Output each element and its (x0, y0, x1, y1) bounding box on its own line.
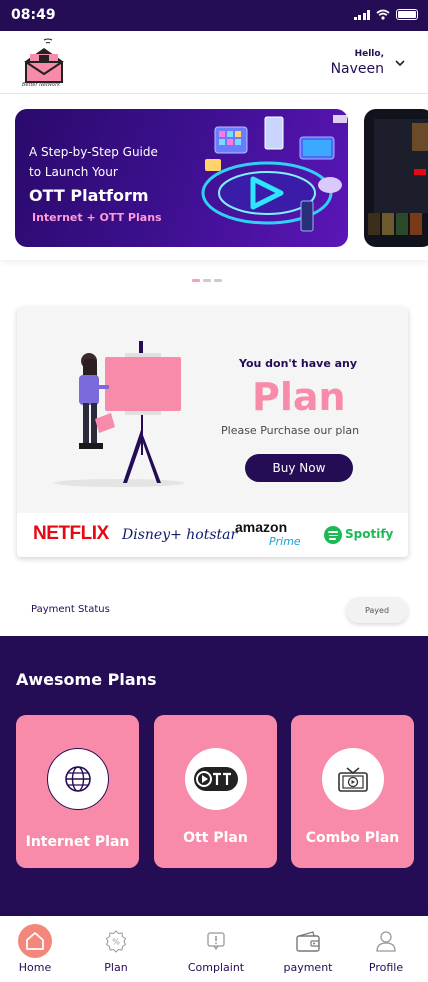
svg-text:%: % (112, 938, 120, 947)
woman-with-board-illustration (54, 341, 184, 487)
combo-plan-tile[interactable]: Combo Plan (291, 715, 414, 868)
tile-label: Internet Plan (25, 834, 130, 850)
chevron-down-icon[interactable] (394, 57, 406, 69)
globe-icon (47, 748, 109, 810)
banner-title: OTT Platform (29, 186, 149, 205)
status-time: 08:49 (11, 7, 56, 23)
logo-caption: Better Network (22, 82, 61, 88)
user-name[interactable]: Naveen (331, 61, 384, 77)
ott-icon (185, 748, 247, 810)
no-plan-title: Plan (252, 375, 346, 419)
nav-label: Plan (104, 961, 128, 974)
internet-plan-tile[interactable]: Internet Plan (16, 715, 139, 868)
prime-logo: Prime (269, 535, 301, 548)
tile-label: Combo Plan (305, 830, 400, 846)
home-icon (18, 924, 52, 958)
nav-payment[interactable]: payment (273, 916, 343, 982)
payment-status-badge: Payed (346, 597, 408, 623)
signal-icon (353, 9, 370, 20)
nav-plan[interactable]: % Plan (81, 916, 151, 982)
nav-label: Complaint (187, 961, 245, 974)
percent-badge-icon: % (99, 924, 133, 958)
complaint-icon (199, 924, 233, 958)
tv-play-icon (322, 748, 384, 810)
spotify-icon (324, 526, 342, 544)
carousel-dot[interactable] (203, 279, 211, 282)
status-bar: 08:49 (0, 0, 428, 31)
nav-label: Profile (368, 961, 404, 974)
bottom-navigation: Home % Plan Complaint payment Profile (0, 916, 428, 982)
netflix-logo: NETFLIX (33, 523, 109, 544)
no-plan-card: You don't have any Plan Please Purchase … (17, 307, 408, 557)
carousel-dot[interactable] (192, 279, 200, 282)
banner-next-slide[interactable] (364, 109, 428, 247)
section-title: Awesome Plans (16, 670, 157, 689)
nav-complaint[interactable]: Complaint (181, 916, 251, 982)
banner-line2: to Launch Your (29, 165, 118, 179)
wallet-icon (291, 924, 325, 958)
amazon-logo: amazon (235, 519, 288, 535)
disney-hotstar-logo: Disney+ hotstar (122, 527, 238, 543)
carousel-indicator (192, 279, 222, 282)
nav-home[interactable]: Home (0, 916, 70, 982)
carousel-dot[interactable] (214, 279, 222, 282)
tile-label: Ott Plan (183, 830, 248, 846)
nav-profile[interactable]: Profile (351, 916, 421, 982)
banner-subtitle: Internet + OTT Plans (32, 211, 162, 224)
spotify-logo: Spotify (345, 527, 394, 541)
ott-platform-illustration (201, 115, 347, 232)
awesome-plans-section: Awesome Plans Internet Plan Ott Plan Com… (0, 636, 428, 916)
user-icon (369, 924, 403, 958)
nav-label: Home (18, 961, 52, 974)
wifi-icon (376, 9, 390, 20)
streaming-app-preview (368, 119, 428, 235)
battery-icon (396, 9, 418, 20)
no-plan-message: Please Purchase our plan (221, 424, 360, 437)
ott-plan-tile[interactable]: Ott Plan (154, 715, 277, 868)
buy-now-button[interactable]: Buy Now (245, 454, 353, 482)
status-icons (353, 9, 418, 20)
banner-carousel[interactable]: A Step-by-Step Guide to Launch Your OTT … (0, 94, 428, 260)
nav-label: payment (283, 961, 333, 974)
partner-logos: NETFLIX Disney+ hotstar amazon Prime Spo… (17, 513, 408, 557)
greeting-label: Hello, (354, 49, 384, 59)
banner-slide[interactable]: A Step-by-Step Guide to Launch Your OTT … (15, 109, 348, 247)
payment-status-label: Payment Status (31, 604, 110, 615)
banner-line1: A Step-by-Step Guide (29, 145, 158, 159)
no-plan-heading: You don't have any (239, 357, 358, 370)
app-header: Better Network Hello, Naveen (0, 31, 428, 93)
